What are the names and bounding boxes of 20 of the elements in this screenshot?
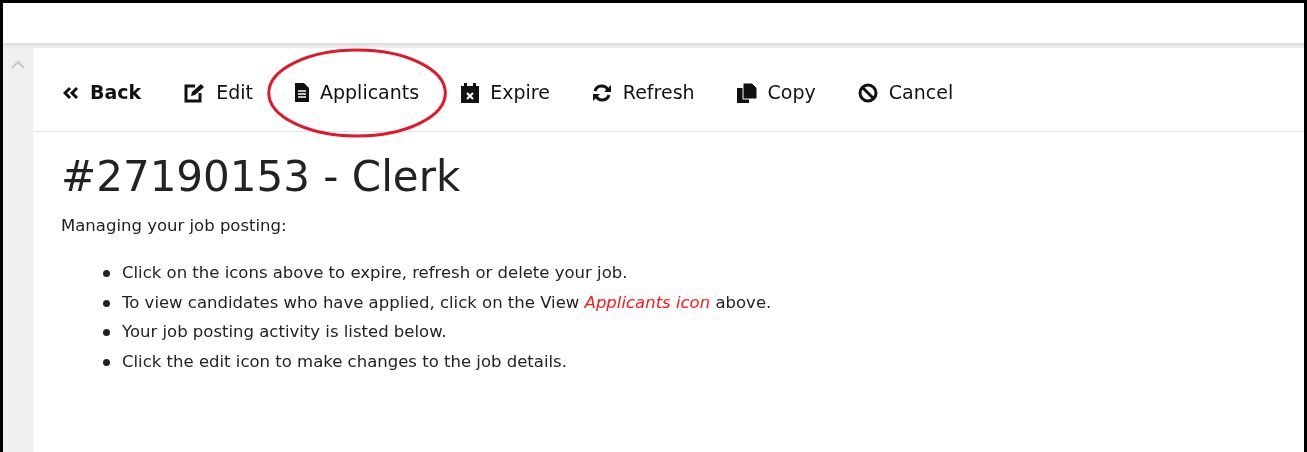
page-heading: #27190153 - Clerk: [61, 154, 462, 201]
copy-icon: [736, 82, 757, 103]
bullet-text: Click on the icons above to expire, refresh or delete your job.: [122, 261, 628, 284]
toolbar-button[interactable]: Expire: [461, 78, 550, 107]
toolbar-button[interactable]: Copy: [736, 78, 816, 107]
toolbar-button[interactable]: Back: [63, 78, 142, 107]
toolbar-button[interactable]: Refresh: [591, 78, 695, 107]
bullet-text: To view candidates who have applied, click on the View Applicants icon above.: [122, 291, 772, 314]
toolbar-button[interactable]: Cancel: [857, 78, 954, 107]
toolbar-button[interactable]: Edit: [183, 78, 253, 107]
bullet-text: Your job posting activity is listed below.: [122, 321, 447, 344]
back-icon: [63, 85, 79, 100]
document-icon: [295, 83, 309, 102]
intro-text: Managing your job posting:: [61, 215, 288, 238]
edit-icon: [183, 82, 206, 103]
cancel-icon: [857, 82, 878, 103]
scroll-up-icon[interactable]: [11, 60, 25, 70]
calendar-icon: [461, 82, 480, 103]
bullet-text: Click the edit icon to make changes to the job details.: [122, 351, 567, 374]
refresh-icon: [591, 82, 612, 103]
